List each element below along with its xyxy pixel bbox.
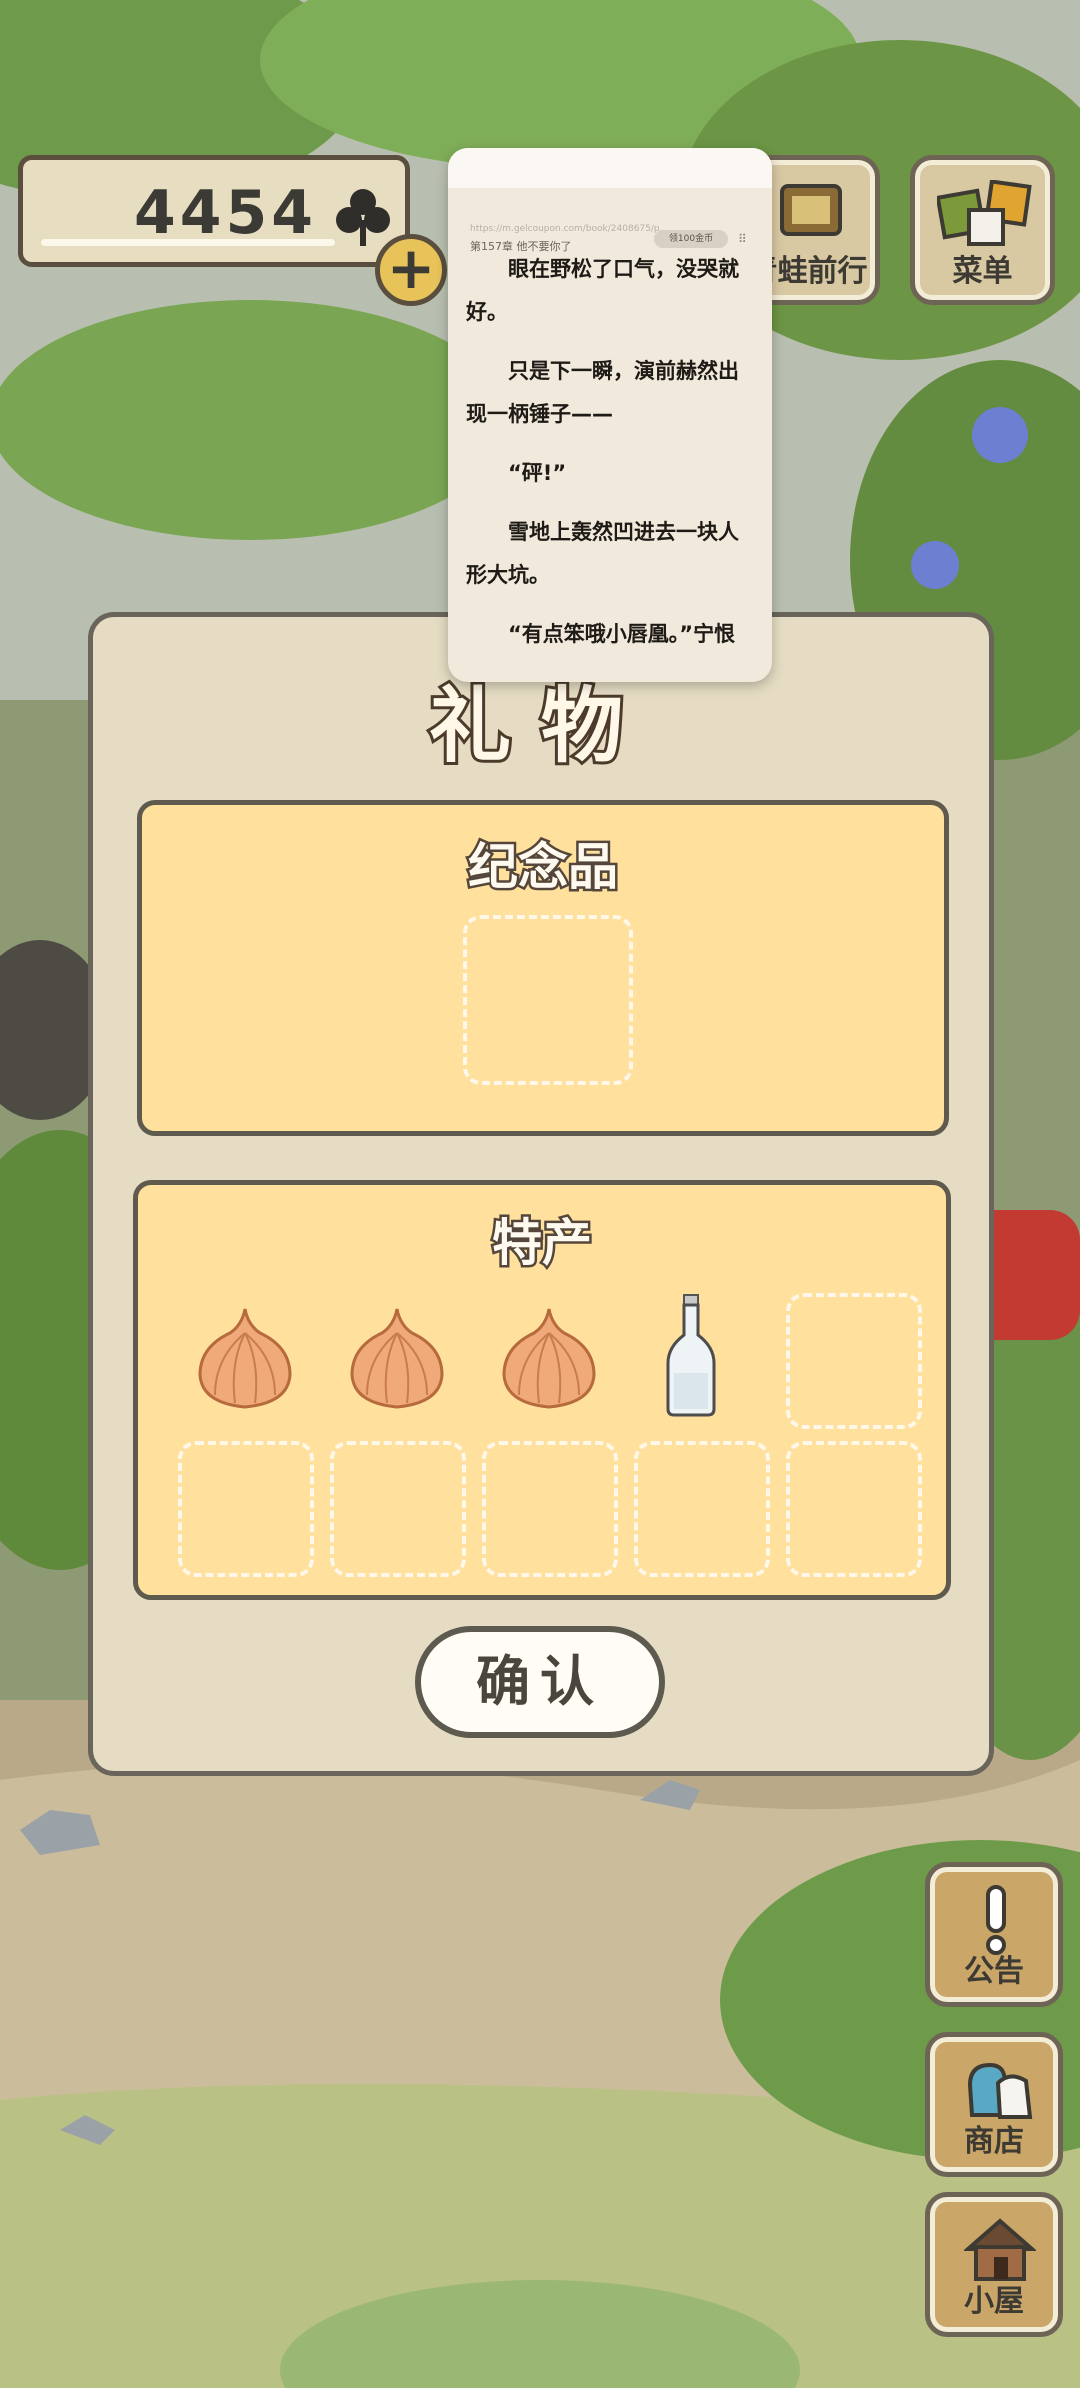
- clover-underline: [41, 239, 335, 246]
- reader-paragraph: 雪地上轰然凹进去一块人形大坑。: [466, 520, 739, 587]
- reader-paragraph: 眼在野松了口气，没哭就好。: [466, 257, 739, 324]
- shop-bags-icon: [967, 2062, 1033, 2119]
- menu-cards-icon: [937, 180, 1032, 246]
- specialty-section: 特产: [133, 1180, 951, 1600]
- grid-icon[interactable]: ⠿: [738, 232, 747, 246]
- glass-bottle-icon[interactable]: [656, 1291, 726, 1421]
- reader-paragraph: 只是下一瞬，演前赫然出现一柄锤子——: [466, 359, 739, 426]
- specialty-slot[interactable]: [786, 1441, 922, 1577]
- specialty-slot[interactable]: [178, 1441, 314, 1577]
- onion-icon[interactable]: [190, 1303, 300, 1413]
- confirm-button[interactable]: 确认: [415, 1626, 665, 1738]
- reader-paragraph: “砰!”: [508, 461, 567, 485]
- specialty-slot[interactable]: [482, 1441, 618, 1577]
- onion-icon[interactable]: [494, 1303, 604, 1413]
- souvenir-section: 纪念品: [137, 800, 949, 1136]
- house-label: 小屋: [964, 2284, 1024, 2319]
- add-clover-button[interactable]: +: [375, 234, 447, 306]
- coin-reward-badge[interactable]: 领100金币: [654, 230, 728, 248]
- reader-url: https://m.gelcoupon.com/book/2408675/p..…: [470, 224, 669, 234]
- reader-top-bar: [448, 148, 772, 188]
- house-icon: [964, 2218, 1036, 2281]
- notice-label: 公告: [964, 1954, 1024, 1989]
- clover-count: 4454: [134, 178, 317, 248]
- menu-button[interactable]: 菜单: [910, 155, 1055, 305]
- specialty-slot[interactable]: [634, 1441, 770, 1577]
- house-button[interactable]: 小屋: [925, 2192, 1063, 2337]
- specialty-title: 特产: [490, 1212, 595, 1275]
- exclamation-icon: [986, 1885, 1006, 1955]
- reader-paragraph: “有点笨哦小唇凰。”宁恨: [508, 622, 736, 646]
- clover-counter: 4454: [18, 155, 410, 267]
- gift-dialog: 礼物 纪念品 特产: [88, 612, 994, 1776]
- onion-icon[interactable]: [342, 1303, 452, 1413]
- reader-text: 眼在野松了口气，没哭就好。 只是下一瞬，演前赫然出现一柄锤子—— “砰!” 雪地…: [466, 248, 758, 672]
- reader-overlay[interactable]: https://m.gelcoupon.com/book/2408675/p..…: [448, 148, 772, 682]
- specialty-slot[interactable]: [330, 1441, 466, 1577]
- souvenir-title: 纪念品: [466, 836, 621, 899]
- map-icon: [780, 184, 842, 236]
- shop-button[interactable]: 商店: [925, 2032, 1063, 2177]
- souvenir-slot[interactable]: [463, 915, 633, 1085]
- menu-label: 菜单: [952, 254, 1013, 289]
- specialty-slot[interactable]: [786, 1293, 922, 1429]
- clover-icon: [336, 189, 390, 246]
- notice-button[interactable]: 公告: [925, 1862, 1063, 2007]
- shop-label: 商店: [964, 2124, 1024, 2159]
